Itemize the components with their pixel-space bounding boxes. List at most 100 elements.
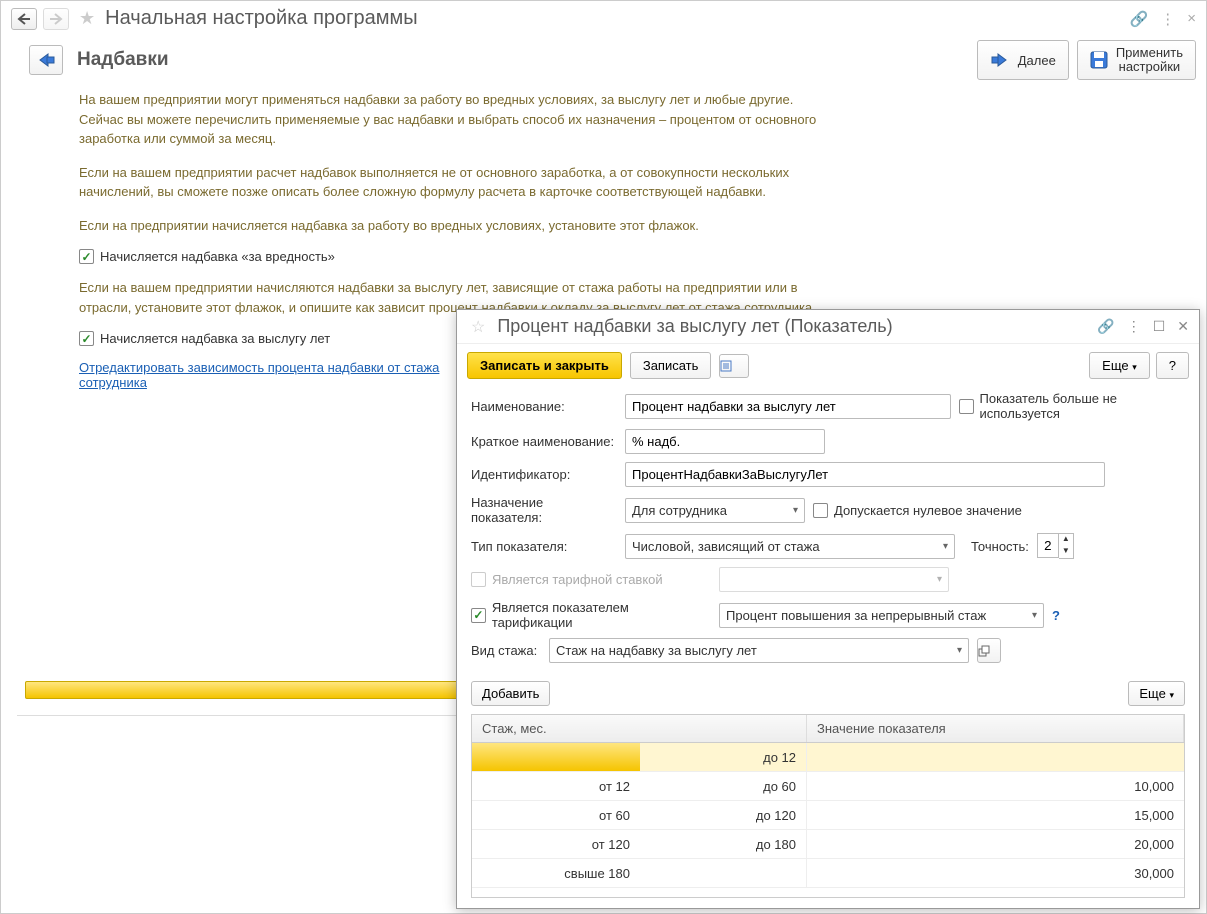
indicator-dialog: ☆ Процент надбавки за выслугу лет (Показ… [456, 309, 1200, 909]
table-header: Стаж, мес. Значение показателя [472, 715, 1184, 743]
nav-back-button[interactable] [11, 8, 37, 30]
is-tarif-label: Является показателем тарификации [492, 600, 711, 630]
table-row[interactable]: свыше 180 30,000 [472, 859, 1184, 888]
dialog-star-icon[interactable]: ☆ [471, 317, 485, 337]
menu-dots-icon[interactable]: ⋮ [1160, 10, 1175, 28]
id-input[interactable] [625, 462, 1105, 487]
edit-dependency-link[interactable]: Отредактировать зависимость процента над… [79, 360, 449, 390]
table-body[interactable]: до 12 от 12 до 60 10,000 от 60 до 120 15… [472, 743, 1184, 898]
main-window: ★ Начальная настройка программы 🔗 ⋮ × На… [1, 1, 1206, 913]
cell-from[interactable]: свыше 180 [472, 859, 640, 887]
dialog-link-icon[interactable]: 🔗 [1097, 318, 1114, 335]
name-input[interactable] [625, 394, 951, 419]
dialog-maximize-icon[interactable]: ☐ [1153, 318, 1166, 335]
cell-from[interactable]: от 60 [472, 801, 640, 829]
col-stage-header[interactable]: Стаж, мес. [472, 715, 807, 742]
cell-to[interactable]: до 60 [640, 772, 807, 800]
cell-from[interactable] [472, 743, 640, 771]
seniority-label: Начисляется надбавка за выслугу лет [100, 331, 330, 346]
cell-value[interactable]: 30,000 [807, 859, 1184, 887]
stage-type-value: Стаж на надбавку за выслугу лет [556, 643, 757, 658]
stage-table: Стаж, мес. Значение показателя до 12 от … [471, 714, 1185, 898]
tarif-select[interactable]: Процент повышения за непрерывный стаж [719, 603, 1044, 628]
stage-type-label: Вид стажа: [471, 643, 541, 658]
intro-para-3: Если на предприятии начисляется надбавка… [79, 216, 839, 236]
cell-value[interactable]: 15,000 [807, 801, 1184, 829]
rate-select [719, 567, 949, 592]
allow-zero-label: Допускается нулевое значение [834, 503, 1022, 518]
cell-from[interactable]: от 120 [472, 830, 640, 858]
is-tarif-checkbox[interactable]: ✓ [471, 608, 486, 623]
spin-down-icon[interactable]: ▼ [1059, 546, 1073, 558]
table-row[interactable]: от 12 до 60 10,000 [472, 772, 1184, 801]
precision-label: Точность: [971, 539, 1029, 554]
cell-to[interactable]: до 180 [640, 830, 807, 858]
hazard-label: Начисляется надбавка «за вредность» [100, 249, 335, 264]
apply-button[interactable]: Применить настройки [1077, 40, 1196, 80]
precision-spinner[interactable]: ▲▼ [1037, 533, 1074, 559]
page-title: Начальная настройка программы [105, 7, 417, 30]
unused-checkbox[interactable]: ✓ [959, 399, 973, 414]
allow-zero-checkbox[interactable]: ✓ [813, 503, 828, 518]
stage-open-button[interactable] [977, 638, 1001, 663]
intro-para-1: На вашем предприятии могут применяться н… [79, 90, 839, 149]
next-label: Далее [1018, 53, 1056, 68]
cell-value[interactable]: 10,000 [807, 772, 1184, 800]
save-close-button[interactable]: Записать и закрыть [467, 352, 622, 379]
list-icon-button[interactable] [719, 354, 749, 378]
cell-to[interactable]: до 120 [640, 801, 807, 829]
dialog-title: Процент надбавки за выслугу лет (Показат… [497, 316, 892, 337]
dialog-titlebar: ☆ Процент надбавки за выслугу лет (Показ… [457, 310, 1199, 344]
apply-label: Применить настройки [1116, 46, 1183, 75]
next-button[interactable]: Далее [977, 40, 1069, 80]
cell-value[interactable] [807, 743, 1184, 771]
type-value: Числовой, зависящий от стажа [632, 539, 820, 554]
id-label: Идентификатор: [471, 467, 617, 482]
precision-input[interactable] [1037, 533, 1059, 558]
table-more-button[interactable]: Еще ▾ [1128, 681, 1185, 706]
table-row[interactable]: от 60 до 120 15,000 [472, 801, 1184, 830]
section-back-button[interactable] [29, 45, 63, 75]
dialog-toolbar: Записать и закрыть Записать Еще ▾ ? [457, 344, 1199, 387]
help-button[interactable]: ? [1156, 352, 1189, 379]
add-row-button[interactable]: Добавить [471, 681, 550, 706]
is-rate-label: Является тарифной ставкой [492, 572, 663, 587]
section-title: Надбавки [77, 49, 169, 71]
cell-to[interactable]: до 12 [640, 743, 807, 771]
purpose-value: Для сотрудника [632, 503, 727, 518]
section-header: Надбавки Далее Применить настройки [1, 36, 1206, 90]
save-button[interactable]: Записать [630, 352, 712, 379]
short-label: Краткое наименование: [471, 434, 617, 449]
unused-label: Показатель больше не используется [980, 391, 1186, 421]
purpose-label: Назначение показателя: [471, 495, 617, 525]
cell-to[interactable] [640, 859, 807, 887]
short-input[interactable] [625, 429, 825, 454]
type-select[interactable]: Числовой, зависящий от стажа [625, 534, 955, 559]
more-label: Еще [1102, 358, 1128, 373]
col-value-header[interactable]: Значение показателя [807, 715, 1184, 742]
table-row[interactable]: от 120 до 180 20,000 [472, 830, 1184, 859]
dialog-menu-icon[interactable]: ⋮ [1127, 318, 1141, 335]
spin-up-icon[interactable]: ▲ [1059, 534, 1073, 546]
dialog-form: Наименование: ✓ Показатель больше не исп… [457, 387, 1199, 675]
stage-type-select[interactable]: Стаж на надбавку за выслугу лет [549, 638, 969, 663]
nav-forward-button[interactable] [43, 8, 69, 30]
dialog-close-icon[interactable]: ✕ [1177, 318, 1189, 335]
type-label: Тип показателя: [471, 539, 617, 554]
purpose-select[interactable]: Для сотрудника [625, 498, 805, 523]
is-rate-checkbox: ✓ [471, 572, 486, 587]
cell-from[interactable]: от 12 [472, 772, 640, 800]
favorite-star-icon[interactable]: ★ [79, 8, 95, 29]
hazard-checkbox-row: ✓ Начисляется надбавка «за вредность» [79, 249, 1166, 264]
more-button[interactable]: Еще ▾ [1089, 352, 1150, 379]
table-toolbar: Добавить Еще ▾ [457, 675, 1199, 712]
intro-para-2: Если на вашем предприятии расчет надбаво… [79, 163, 839, 202]
close-main-icon[interactable]: × [1187, 10, 1196, 28]
cell-value[interactable]: 20,000 [807, 830, 1184, 858]
hazard-checkbox[interactable]: ✓ [79, 249, 94, 264]
tarif-help-icon[interactable]: ? [1052, 608, 1060, 623]
table-row[interactable]: до 12 [472, 743, 1184, 772]
table-more-label: Еще [1139, 686, 1165, 701]
link-icon[interactable]: 🔗 [1130, 10, 1149, 28]
seniority-checkbox[interactable]: ✓ [79, 331, 94, 346]
